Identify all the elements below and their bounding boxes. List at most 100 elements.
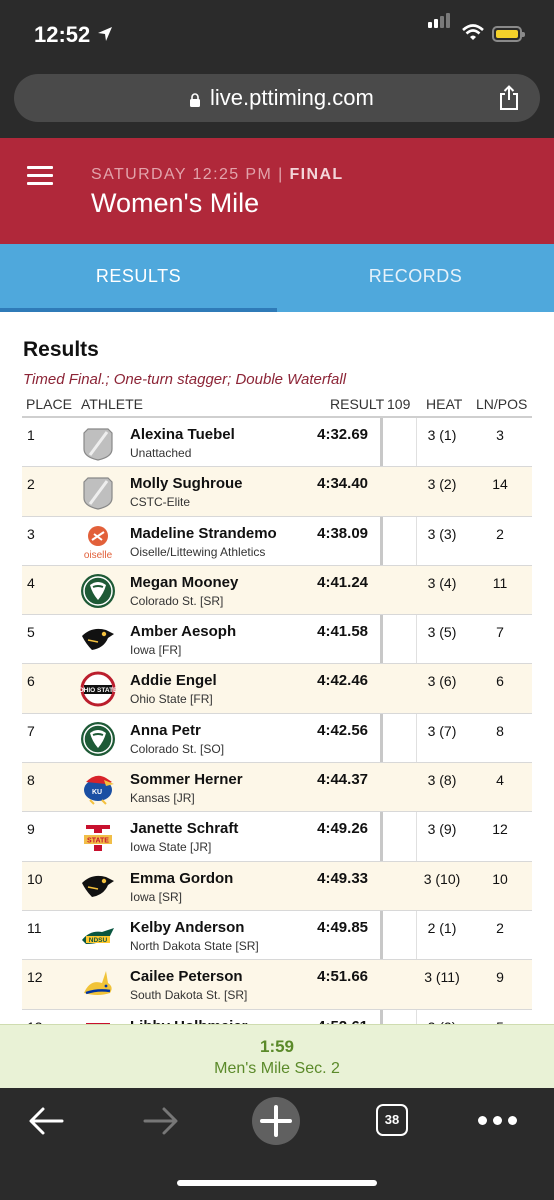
- results-content[interactable]: Results Timed Final.; One-turn stagger; …: [0, 312, 554, 1024]
- athlete-team: Ohio State [FR]: [130, 692, 213, 707]
- wifi-icon: [462, 24, 484, 40]
- athlete-name[interactable]: Anna Petr: [130, 722, 201, 739]
- lane-position: 11: [492, 574, 508, 591]
- table-body: 1 Alexina Tuebel Unattached 4:32.69 3 (1) 3 2 M…: [22, 418, 532, 1024]
- share-icon[interactable]: [498, 85, 520, 111]
- result-time: 4:51.66: [317, 968, 368, 986]
- result-time: 4:42.46: [317, 672, 368, 690]
- forward-arrow-icon[interactable]: [143, 1106, 179, 1136]
- result-time: 4:32.69: [317, 426, 368, 443]
- table-row[interactable]: 4 Megan Mooney Colorado St. [SR] 4:41.24 3 (…: [22, 565, 532, 616]
- new-tab-button[interactable]: [252, 1097, 300, 1145]
- hawk-logo: [82, 629, 114, 651]
- lane-position: 4: [496, 772, 504, 789]
- browser-toolbar: 38: [0, 1088, 554, 1200]
- athlete-name[interactable]: Madeline Strandemo: [130, 525, 277, 542]
- result-time: 4:44.37: [317, 771, 368, 789]
- col-result: RESULT: [330, 396, 385, 412]
- iowa-state-logo: STATE: [84, 825, 112, 852]
- oiselle-logo: oiselle: [84, 525, 113, 560]
- result-time: 4:42.56: [317, 721, 368, 739]
- lane-position: 12: [492, 821, 508, 838]
- place: 9: [27, 821, 35, 838]
- hawk-logo: [82, 875, 114, 897]
- event-day-time: SATURDAY 12:25 PM: [91, 166, 273, 183]
- table-row[interactable]: 11 NDSU Kelby Anderson North Dakota State […: [22, 911, 532, 961]
- col-split: 109: [387, 396, 411, 412]
- lane-position: 6: [496, 673, 504, 690]
- place: 1: [27, 427, 35, 443]
- battery-icon: [492, 26, 525, 42]
- table-row[interactable]: 6 OHIO STATE Addie Engel Ohio State [FR] 4:4…: [22, 664, 532, 714]
- next-event-bar[interactable]: 1:59 Men's Mile Sec. 2: [0, 1024, 554, 1088]
- back-arrow-icon[interactable]: [28, 1106, 64, 1136]
- table-row[interactable]: 2 Molly Sughroue CSTC-Elite 4:34.40 3 (2) 14: [22, 467, 532, 517]
- athlete-team: CSTC-Elite: [130, 495, 191, 510]
- athlete-name[interactable]: Emma Gordon: [130, 870, 233, 887]
- tab-records[interactable]: RECORDS: [277, 244, 554, 312]
- lane-position: 2: [496, 525, 504, 542]
- ram-logo: [81, 573, 115, 608]
- lock-icon: [190, 93, 200, 107]
- place: 3: [27, 525, 35, 542]
- heat-place: 3 (6): [427, 673, 457, 690]
- table-row[interactable]: 13STATELibby Holbmeier4:52.612 (2)5: [22, 1010, 532, 1024]
- tab-count-button[interactable]: 38: [376, 1104, 408, 1136]
- tab-bar: RESULTS RECORDS: [0, 244, 554, 312]
- athlete-name[interactable]: Sommer Herner: [130, 771, 243, 788]
- athlete-name[interactable]: Kelby Anderson: [130, 919, 244, 936]
- lane-position: 14: [492, 476, 508, 493]
- athlete-team: Iowa [SR]: [130, 889, 183, 904]
- tab-results[interactable]: RESULTS: [0, 244, 277, 312]
- athlete-name[interactable]: Megan Mooney: [130, 574, 238, 591]
- lane-position: 8: [496, 722, 504, 739]
- result-time: 4:41.24: [317, 573, 368, 591]
- athlete-name[interactable]: Alexina Tuebel: [130, 426, 235, 443]
- event-title: Women's Mile: [91, 188, 260, 218]
- place: 11: [27, 919, 42, 936]
- event-status: FINAL: [289, 166, 344, 183]
- athlete-name[interactable]: Addie Engel: [130, 672, 217, 689]
- athlete-name[interactable]: Amber Aesoph: [130, 623, 236, 640]
- heat-place: 3 (10): [423, 870, 461, 887]
- place: 2: [27, 476, 35, 493]
- logo-text: NDSU: [89, 937, 108, 944]
- table-row[interactable]: 3 oiselle Madeline Strandemo Oiselle/Littew…: [22, 517, 532, 566]
- heat-place: 3 (3): [427, 525, 457, 542]
- result-time: 4:49.85: [317, 918, 368, 936]
- heat-place: 3 (2): [427, 476, 457, 493]
- lane-position: 7: [496, 624, 504, 641]
- table-row[interactable]: 5 Amber Aesoph Iowa [FR] 4:41.58 3 (5) 7: [22, 615, 532, 665]
- table-row[interactable]: 9 STATE Janette Schraft Iowa State [JR] 4:49…: [22, 812, 532, 862]
- athlete-name[interactable]: Janette Schraft: [130, 820, 238, 837]
- url-text: live.pttiming.com: [210, 85, 374, 110]
- ram-logo: [81, 721, 115, 756]
- athlete-team: Oiselle/Littewing Athletics: [130, 544, 266, 559]
- athlete-name[interactable]: Cailee Peterson: [130, 968, 243, 985]
- table-row[interactable]: 8 KU Sommer Herner Kansas [JR] 4:44.37 3 (8) 4: [22, 763, 532, 813]
- athlete-team: Iowa [FR]: [130, 643, 182, 658]
- table-row[interactable]: 1 Alexina Tuebel Unattached 4:32.69 3 (1) 3: [22, 418, 532, 468]
- place: 10: [27, 870, 43, 887]
- logo-text: OHIO STATE: [80, 687, 116, 694]
- jayhawk-logo: KU: [84, 775, 114, 805]
- heat-place: 3 (8): [427, 772, 457, 789]
- jackrabbit-logo: [84, 971, 112, 996]
- heat-place: 3 (9): [427, 821, 457, 838]
- table-row[interactable]: 7 Anna Petr Colorado St. [SO] 4:42.56 3 (7) 8: [22, 714, 532, 764]
- table-row[interactable]: 12 Cailee Peterson South Dakota St. [SR] 4:…: [22, 960, 532, 1010]
- more-options-icon[interactable]: [478, 1116, 518, 1126]
- athlete-team: Unattached: [130, 446, 192, 460]
- col-athlete: ATHLETE: [81, 396, 143, 412]
- place: 4: [27, 574, 35, 591]
- hamburger-menu-icon[interactable]: [27, 166, 53, 186]
- url-bar[interactable]: live.pttiming.com: [14, 74, 540, 122]
- logo-text: KU: [92, 789, 102, 796]
- lane-position: 2: [496, 919, 504, 936]
- table-row[interactable]: 10 Emma Gordon Iowa [SR] 4:49.33 3 (10) 10: [22, 861, 532, 911]
- athlete-name[interactable]: Molly Sughroue: [130, 475, 243, 492]
- athlete-team: Colorado St. [SO]: [130, 741, 225, 756]
- heat-place: 3 (4): [427, 574, 457, 591]
- lane-position: 9: [496, 969, 504, 986]
- logo-text: STATE: [87, 838, 109, 845]
